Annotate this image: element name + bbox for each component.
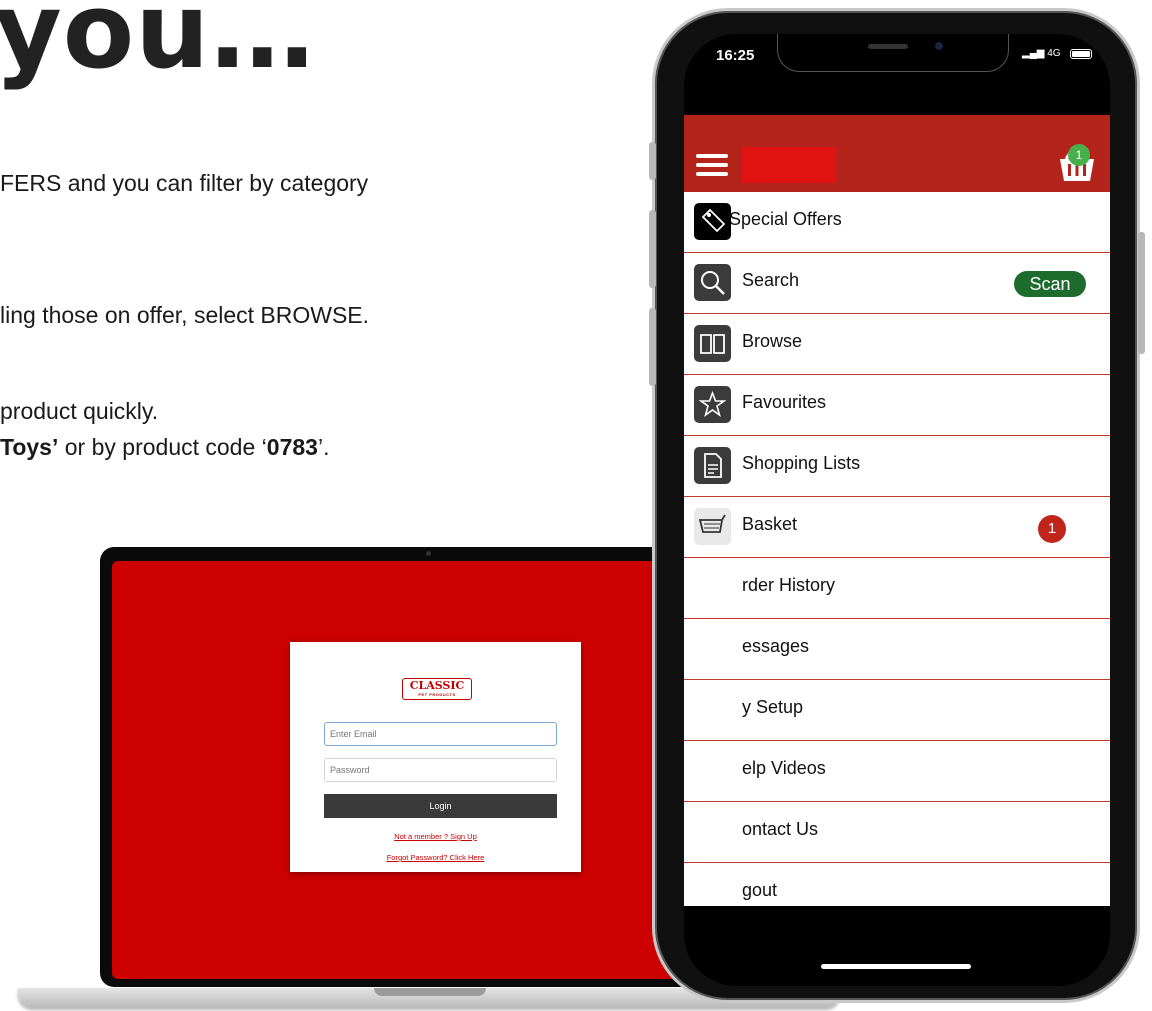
status-time: 16:25 [716,47,755,64]
login-button[interactable]: Login [324,794,557,818]
login-card: CLASSICPET PRODUCTS Login Not a member ?… [290,642,581,872]
phone-volume-up [649,210,656,288]
menu-label: rder History [742,575,836,595]
hamburger-menu-icon[interactable] [696,154,728,176]
cart-count-badge: 1 [1068,144,1090,166]
side-menu: Special Offers Search Scan Browse Favour… [684,192,1110,906]
menu-label: y Setup [742,697,804,717]
network-type: 4G [1047,48,1061,59]
menu-item-special-offers[interactable]: Special Offers [684,192,1110,253]
menu-label: elp Videos [742,758,826,778]
phone-screen: 16:25 ▂▄▆ 4G 1 Special Offers Search Sca… [684,34,1110,986]
app-header [684,115,1110,192]
home-indicator[interactable] [821,964,971,969]
slide-text-line-2: ling those on offer, select BROWSE. [0,302,370,328]
signup-link[interactable]: Not a member ? Sign Up [290,832,581,841]
laptop-opening-notch [374,988,486,996]
star-icon [694,386,731,423]
phone-power-button [1138,232,1145,354]
example-mid: or by product code ‘ [58,434,267,460]
phone-mute-switch [649,142,656,180]
menu-label: Search [742,270,800,290]
header-logo [742,147,836,183]
forgot-password-link[interactable]: Forgot Password? Click Here [290,853,581,862]
book-icon [694,325,731,362]
example-code: 0783 [266,434,318,460]
example-keyword: Toys’ [0,434,59,460]
front-camera [935,42,943,50]
menu-item-messages[interactable]: essages [684,619,1110,680]
search-icon [694,264,731,301]
slide-text-line-4: Toys’ or by product code ‘0783’. [0,434,329,461]
scan-button[interactable]: Scan [1014,271,1086,297]
menu-label: Browse [742,331,803,351]
menu-label: essages [742,636,810,656]
basket-count-badge: 1 [1038,515,1066,543]
tag-icon [694,203,731,240]
menu-item-search[interactable]: Search Scan [684,253,1110,314]
cart-icon [694,508,731,545]
password-field[interactable] [324,758,557,782]
phone-notch [777,34,1009,72]
slide-title: you… [0,0,316,92]
slide-text-line-1: FERS and you can filter by category [0,170,369,196]
menu-item-setup[interactable]: y Setup [684,680,1110,741]
menu-item-help-videos[interactable]: elp Videos [684,741,1110,802]
menu-item-contact-us[interactable]: ontact Us [684,802,1110,863]
laptop-camera [426,551,431,556]
slide-text-line-3: product quickly. [0,398,159,424]
signal-icon: ▂▄▆ 4G [1022,48,1061,59]
menu-label: Basket [742,514,798,534]
menu-item-basket[interactable]: Basket 1 [684,497,1110,558]
menu-item-browse[interactable]: Browse [684,314,1110,375]
battery-icon [1070,49,1092,59]
menu-item-logout[interactable]: gout [684,863,1110,906]
document-icon [694,447,731,484]
menu-label: ontact Us [742,819,819,839]
phone-volume-down [649,308,656,386]
email-field[interactable] [324,722,557,746]
speaker [868,44,908,49]
menu-item-shopping-lists[interactable]: Shopping Lists [684,436,1110,497]
example-suffix: ’. [317,434,330,460]
menu-label: gout [742,880,778,900]
menu-item-order-history[interactable]: rder History [684,558,1110,619]
menu-label: Shopping Lists [742,453,861,473]
menu-label: Special Offers [729,209,842,229]
menu-item-favourites[interactable]: Favourites [684,375,1110,436]
brand-logo: CLASSIC PET PRODUCTS [402,678,472,700]
menu-label: Favourites [742,392,827,412]
